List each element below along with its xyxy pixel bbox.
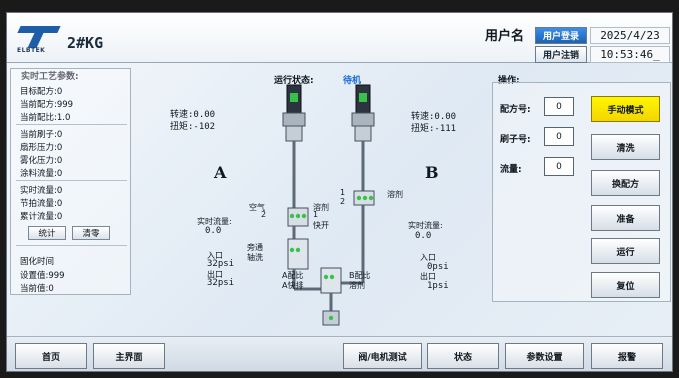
hmi-screen: ELBTEK 2#KG 用户名 用户登录 用户注销 2025/4/23 10:5… [6,12,673,372]
valve-2b-label: 2 [340,197,346,206]
brush-input[interactable]: 0 [544,127,574,146]
b-outlet-value: 1psi [427,281,449,291]
motor-b-icon [351,84,375,191]
b-flow-label: 实时流量: [408,221,443,230]
b-torque: 扭矩:-111 [411,124,457,134]
clean-button[interactable]: 清洗 [591,134,660,160]
motor-a-icon [282,84,306,208]
flow-input[interactable]: 0 [544,157,574,176]
nav-alarm[interactable]: 报警 [591,343,663,369]
recipe-label: 配方号: [500,105,531,115]
a-outlet-value: 32psi [207,278,235,288]
brush-label: 刷子号: [500,135,531,145]
nav-status[interactable]: 状态 [427,343,499,369]
side-b-label: B [425,163,439,182]
mix-block-icon [320,267,342,326]
flow-label: 流量: [500,165,522,175]
quick-open-label: 快开 [313,221,329,230]
reset-button[interactable]: 复位 [591,272,660,298]
valve-1-label: 1 [313,210,319,219]
a-torque: 扭矩:-102 [170,122,216,132]
valve-2-label: 2 [261,210,267,219]
nav-parameters[interactable]: 参数设置 [505,343,584,369]
manual-mode-button[interactable]: 手动模式 [591,96,660,122]
shaft-wash-label: 轴洗 [247,253,263,262]
recipe-input[interactable]: 0 [544,97,574,116]
nav-valve-motor-test[interactable]: 阀/电机测试 [343,343,422,369]
a-inlet-value: 32psi [207,259,235,269]
b-flow-value: 0.0 [415,231,432,241]
a-quick-drain-label: A快排 [282,281,304,290]
prepare-button[interactable]: 准备 [591,205,660,231]
mix-solvent-label: 溶剂 [349,281,365,290]
a-flow-value: 0.0 [205,226,222,236]
valve-1b-label: 1 [340,188,346,197]
run-button[interactable]: 运行 [591,238,660,264]
solvent-b-label: 溶剂 [387,190,403,199]
side-a-label: A [214,163,227,182]
nav-home[interactable]: 首页 [15,343,87,369]
nav-main[interactable]: 主界面 [93,343,165,369]
change-recipe-button[interactable]: 换配方 [591,170,660,196]
